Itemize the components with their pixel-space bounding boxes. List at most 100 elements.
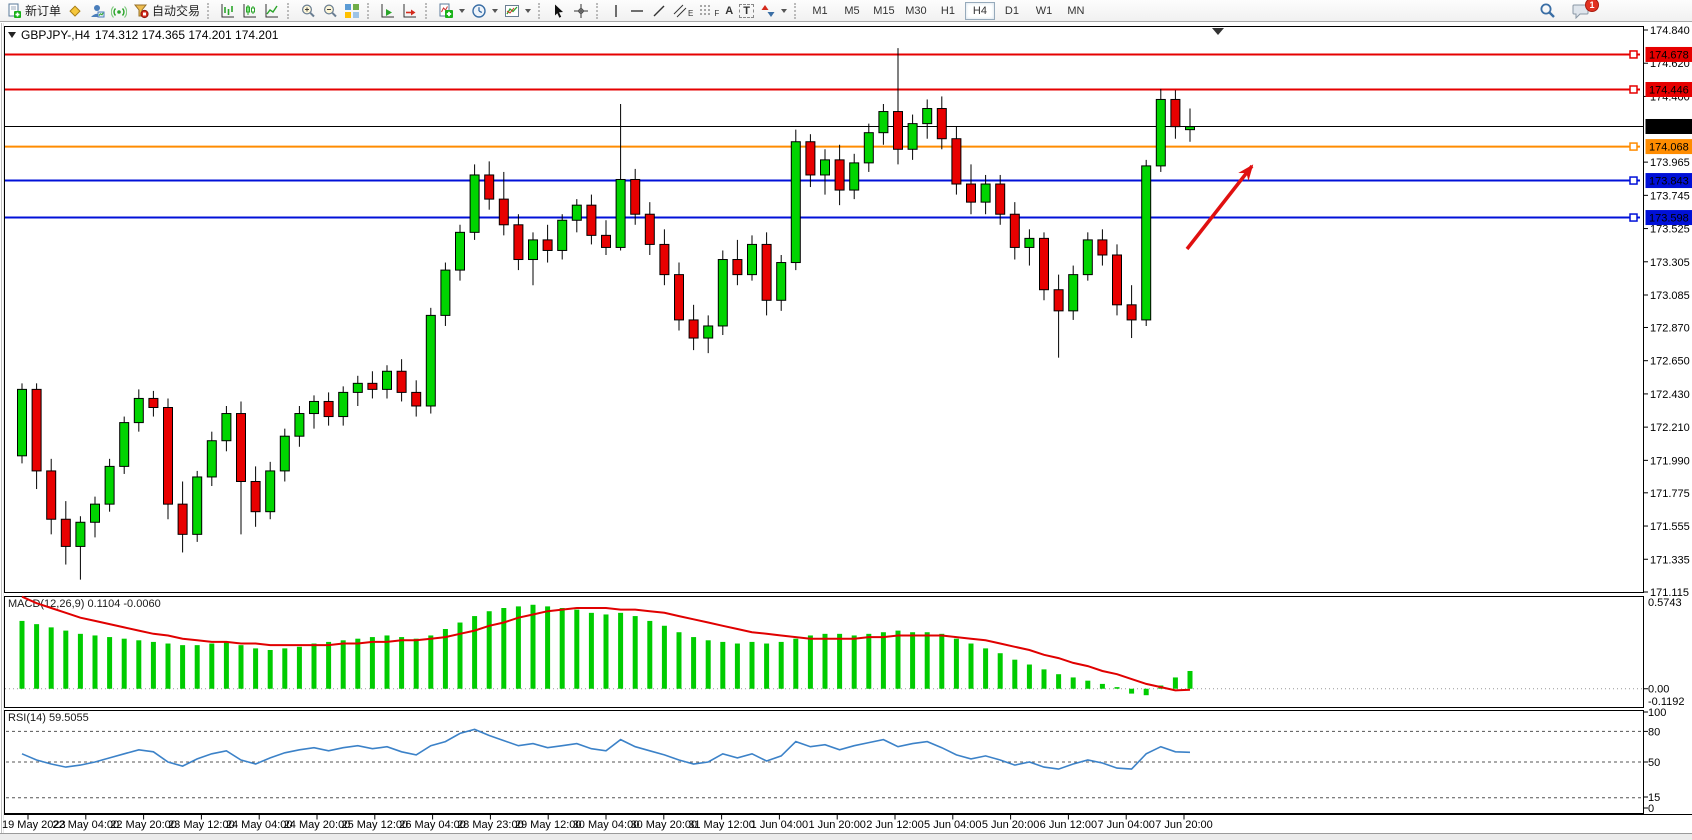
price-tick-label: 174.620 xyxy=(1650,58,1690,70)
price-tick-label: 174.840 xyxy=(1650,25,1690,37)
price-line-labels: 174.678174.446174.068173.843173.598174.2… xyxy=(1646,47,1692,225)
macd-bar xyxy=(1012,660,1017,689)
candle xyxy=(631,179,640,214)
bar-chart-button[interactable] xyxy=(217,1,239,21)
tf-button-M30[interactable]: M30 xyxy=(901,2,931,20)
price-line-label: 174.201 xyxy=(1649,121,1689,133)
crosshair-button[interactable] xyxy=(570,1,592,21)
notifications-button[interactable]: 1 xyxy=(1569,1,1593,21)
fibonacci-button[interactable]: F xyxy=(696,1,722,21)
candle xyxy=(1010,214,1019,247)
macd-bar xyxy=(998,653,1003,689)
candle xyxy=(339,392,348,416)
tf-button-D1[interactable]: D1 xyxy=(997,2,1027,20)
timeframe-group: M1M5M15M30H1H4D1W1MN xyxy=(804,1,1092,20)
arrows-dropdown-caret[interactable] xyxy=(781,9,787,13)
macd-bar xyxy=(443,629,448,689)
equidistant-channel-button[interactable]: E xyxy=(670,1,696,21)
time-tick-label: 22 May 04:00 xyxy=(52,819,119,831)
trendline-button[interactable] xyxy=(648,1,670,21)
macd-bar xyxy=(574,610,579,689)
tf-button-M1[interactable]: M1 xyxy=(805,2,835,20)
trend-arrow-annotation[interactable] xyxy=(1187,160,1258,249)
macd-pane: 0.57430.00-0.1192 xyxy=(5,597,1685,708)
templates-dropdown-caret[interactable] xyxy=(525,9,531,13)
metaeditor-button[interactable] xyxy=(64,1,86,21)
macd-bar xyxy=(224,642,229,689)
tf-button-MN[interactable]: MN xyxy=(1061,2,1091,20)
cursor-button[interactable] xyxy=(548,1,570,21)
candle xyxy=(207,441,216,477)
chart-shift-button[interactable] xyxy=(399,1,421,21)
candle xyxy=(76,522,85,546)
hline-handle[interactable] xyxy=(1630,86,1637,93)
tf-button-W1[interactable]: W1 xyxy=(1029,2,1059,20)
new-order-button[interactable]: 新订单 xyxy=(3,1,64,21)
vertical-line-button[interactable] xyxy=(606,1,626,21)
arrows-button[interactable] xyxy=(757,1,790,21)
price-line-label: 174.446 xyxy=(1649,84,1689,96)
candle xyxy=(134,398,143,422)
macd-bar xyxy=(837,634,842,689)
periods-button[interactable] xyxy=(468,1,501,21)
time-axis[interactable]: 19 May 202322 May 04:0022 May 20:0023 Ma… xyxy=(2,815,1692,832)
collapse-arrow-icon[interactable] xyxy=(8,32,16,38)
line-chart-button[interactable] xyxy=(261,1,283,21)
text-button[interactable]: A xyxy=(722,1,736,21)
macd-bar xyxy=(560,608,565,689)
macd-bar xyxy=(122,639,127,689)
candle xyxy=(237,414,246,482)
candle xyxy=(660,244,669,274)
macd-bar xyxy=(910,632,915,689)
tf-button-M5[interactable]: M5 xyxy=(837,2,867,20)
zoom-out-button[interactable] xyxy=(319,1,341,21)
macd-indicator-label: MACD(12,26,9) 0.1104 -0.0060 xyxy=(8,598,161,610)
candlestick-chart-button[interactable] xyxy=(239,1,261,21)
horizontal-line-button[interactable] xyxy=(626,1,648,21)
candle xyxy=(529,240,538,260)
macd-bar xyxy=(1085,681,1090,689)
tf-button-M15[interactable]: M15 xyxy=(869,2,899,20)
price-axis[interactable]: 174.840174.620174.400173.965173.745173.5… xyxy=(1644,25,1690,599)
candle xyxy=(894,112,903,150)
templates-button[interactable] xyxy=(501,1,534,21)
time-tick-label: 7 Jun 20:00 xyxy=(1155,819,1213,831)
auto-scroll-button[interactable] xyxy=(377,1,399,21)
periods-dropdown-caret[interactable] xyxy=(492,9,498,13)
candle xyxy=(120,423,129,467)
macd-bar xyxy=(750,642,755,689)
zoom-in-button[interactable] xyxy=(297,1,319,21)
toolbar-separator xyxy=(425,3,431,19)
horizontal-line-objects[interactable] xyxy=(5,51,1640,221)
hline-handle[interactable] xyxy=(1630,143,1637,150)
tf-button-H4[interactable]: H4 xyxy=(965,2,995,20)
text-label-button[interactable]: T xyxy=(736,1,757,21)
autotrading-button[interactable]: 自动交易 xyxy=(130,1,203,21)
tf-button-H1[interactable]: H1 xyxy=(933,2,963,20)
rsi-name: RSI(14) xyxy=(8,712,46,724)
candles-layer[interactable] xyxy=(18,48,1195,580)
tile-windows-button[interactable] xyxy=(341,1,363,21)
chart-shift-marker[interactable] xyxy=(1212,28,1224,35)
indicators-button[interactable] xyxy=(435,1,468,21)
chart-area[interactable]: 174.840174.620174.400173.965173.745173.5… xyxy=(0,0,1692,839)
profile-button[interactable] xyxy=(86,1,108,21)
macd-bar xyxy=(720,642,725,689)
search-button[interactable] xyxy=(1536,1,1559,21)
candle xyxy=(456,232,465,270)
price-tick-label: 173.525 xyxy=(1650,224,1690,236)
trendline-icon xyxy=(651,3,667,19)
indicators-dropdown-caret[interactable] xyxy=(459,9,465,13)
candle xyxy=(280,436,289,471)
macd-value-signal: -0.0060 xyxy=(123,598,160,610)
candle xyxy=(222,414,231,441)
hline-handle[interactable] xyxy=(1630,177,1637,184)
candle xyxy=(937,109,946,139)
candle xyxy=(61,519,70,546)
candle xyxy=(879,112,888,133)
signals-button[interactable] xyxy=(108,1,130,21)
macd-bar xyxy=(414,639,419,689)
price-line-label: 174.068 xyxy=(1649,142,1689,154)
hline-handle[interactable] xyxy=(1630,51,1637,58)
hline-handle[interactable] xyxy=(1630,214,1637,221)
